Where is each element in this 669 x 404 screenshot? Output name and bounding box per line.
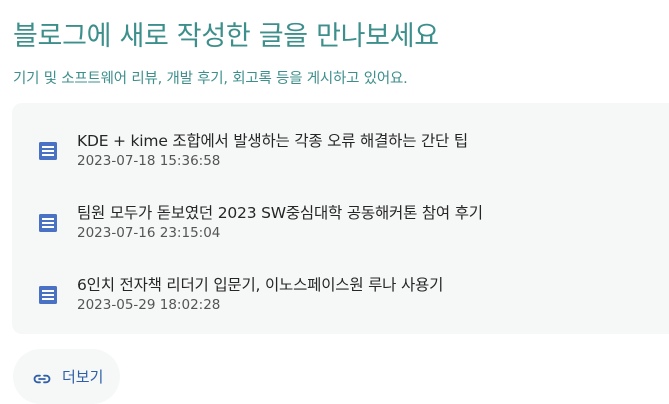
post-date: 2023-07-18 15:36:58 (77, 153, 221, 169)
link-icon (33, 374, 51, 384)
article-icon (39, 214, 57, 232)
post-title: 팀원 모두가 돋보였던 2023 SW중심대학 공동해커톤 참여 후기 (77, 204, 483, 222)
article-icon (39, 286, 57, 304)
article-icon (39, 142, 57, 160)
post-item[interactable]: KDE + kime 조합에서 발생하는 각종 오류 해결하는 간단 팁 202… (12, 127, 669, 183)
more-button-label: 더보기 (62, 368, 104, 386)
post-item[interactable]: 6인치 전자책 리더기 입문기, 이노스페이스원 루나 사용기 2023-05-… (12, 271, 669, 327)
page-title: 블로그에 새로 작성한 글을 만나보세요 (13, 21, 439, 52)
post-list: KDE + kime 조합에서 발생하는 각종 오류 해결하는 간단 팁 202… (12, 103, 669, 334)
post-date: 2023-07-16 23:15:04 (77, 225, 221, 241)
page-subtitle: 기기 및 소프트웨어 리뷰, 개발 후기, 회고록 등을 게시하고 있어요. (13, 71, 408, 87)
blog-section: 블로그에 새로 작성한 글을 만나보세요 기기 및 소프트웨어 리뷰, 개발 후… (0, 0, 669, 404)
post-title: KDE + kime 조합에서 발생하는 각종 오류 해결하는 간단 팁 (77, 132, 468, 150)
more-button[interactable]: 더보기 (13, 349, 120, 404)
post-title: 6인치 전자책 리더기 입문기, 이노스페이스원 루나 사용기 (77, 276, 444, 294)
post-item[interactable]: 팀원 모두가 돋보였던 2023 SW중심대학 공동해커톤 참여 후기 2023… (12, 199, 669, 255)
post-date: 2023-05-29 18:02:28 (77, 297, 221, 313)
